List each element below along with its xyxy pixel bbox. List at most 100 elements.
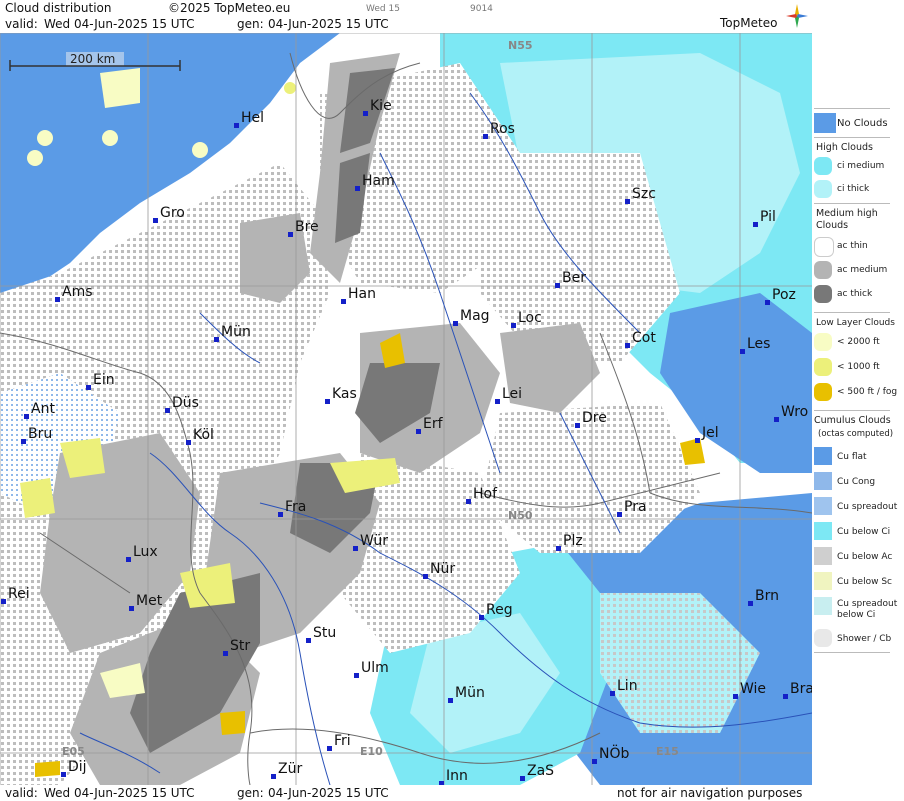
city-label: Bre [295, 219, 319, 235]
grid-label-e05: E05 [62, 745, 85, 758]
city-label: Fra [285, 499, 306, 515]
city-dot [575, 423, 580, 428]
city-label: Lei [502, 386, 522, 402]
logo-text: TopMeteo [720, 16, 778, 30]
city-label: Les [747, 336, 770, 352]
city-dot [325, 399, 330, 404]
day-indicator: Wed 15 [366, 4, 400, 14]
city-dot [165, 408, 170, 413]
ac-thin-swatch [814, 237, 834, 257]
shower-swatch [814, 629, 832, 647]
city-dot [278, 512, 283, 517]
city-dot [774, 417, 779, 422]
city-label: Dre [582, 410, 607, 426]
city-dot [448, 698, 453, 703]
legend-cu-subtitle: (octas computed) [818, 429, 894, 439]
city-label: Lin [617, 678, 638, 694]
footer-valid-date: Wed 04-Jun-2025 15 UTC [44, 786, 195, 800]
ac-medium-swatch [814, 261, 832, 279]
city-label: Hel [241, 110, 264, 126]
city-dot [733, 694, 738, 699]
city-dot [520, 776, 525, 781]
gen-label: gen: [237, 17, 264, 31]
city-dot [695, 438, 700, 443]
map-header: Cloud distribution ©2025 TopMeteo.eu Wed… [0, 0, 812, 33]
city-label: Met [136, 593, 163, 609]
city-label: Bra [790, 681, 812, 697]
city-label: Wro [781, 404, 808, 420]
city-dot [466, 499, 471, 504]
city-label: Ams [62, 284, 93, 300]
city-label: Kie [370, 98, 392, 114]
grid-label-e10: E10 [360, 745, 383, 758]
cloud-map[interactable]: N55 N50 E05 E10 E15 200 km Hel Kie Ros Ham S… [0, 33, 812, 785]
city-dot [153, 218, 158, 223]
cu-flat-swatch [814, 447, 832, 465]
city-label: Poz [772, 287, 796, 303]
city-label: Ant [31, 401, 55, 417]
ci-medium-swatch [814, 157, 832, 175]
valid-label: valid: [5, 17, 38, 31]
city-dot [423, 574, 428, 579]
city-dot [592, 759, 597, 764]
city-dot [1, 599, 6, 604]
cu-spread-below-ci-swatch [814, 597, 832, 615]
city-label: Wie [740, 681, 766, 697]
cu-cong-swatch [814, 472, 832, 490]
city-label: Lux [133, 544, 158, 560]
cu-below-sc-swatch [814, 572, 832, 590]
city-dot [55, 297, 60, 302]
city-label: Brn [755, 588, 779, 604]
city-label: NÖb [599, 744, 629, 762]
city-dot [753, 222, 758, 227]
city-label: Köl [193, 427, 214, 443]
city-label: Dij [68, 759, 87, 775]
city-dot [288, 232, 293, 237]
city-dot [129, 606, 134, 611]
gen-date: 04-Jun-2025 15 UTC [268, 17, 389, 31]
topmeteo-logo: TopMeteo [720, 4, 812, 32]
city-dot [483, 134, 488, 139]
city-dot [24, 414, 29, 419]
city-label: Erf [423, 416, 444, 432]
city-label: Wür [360, 533, 388, 549]
disclaimer: not for air navigation purposes [617, 786, 803, 800]
city-label: Ber [562, 270, 586, 286]
legend-high-title: High Clouds [816, 142, 873, 153]
city-dot [341, 299, 346, 304]
city-dot [223, 651, 228, 656]
city-label: Loc [518, 310, 542, 326]
city-dot [555, 283, 560, 288]
city-dot [21, 439, 26, 444]
city-label: ZaS [527, 763, 554, 779]
grid-label-n50: N50 [508, 509, 533, 522]
city-label: Reg [486, 602, 513, 618]
valid-date: Wed 04-Jun-2025 15 UTC [44, 17, 195, 31]
city-dot [765, 300, 770, 305]
map-footer: valid: Wed 04-Jun-2025 15 UTC gen: 04-Ju… [0, 785, 812, 801]
city-label: Gro [160, 205, 185, 221]
copyright: ©2025 TopMeteo.eu [168, 1, 291, 15]
city-dot [610, 691, 615, 696]
city-label: Cot [632, 330, 656, 346]
map-canvas[interactable]: N55 N50 E05 E10 E15 200 km Hel Kie Ros Ham S… [0, 33, 812, 785]
city-label: Hof [473, 486, 498, 502]
city-dot [61, 772, 66, 777]
city-dot [126, 557, 131, 562]
low-500-swatch [814, 383, 832, 401]
city-label: Jel [701, 425, 719, 441]
city-dot [740, 349, 745, 354]
city-dot [327, 746, 332, 751]
city-label: Fri [334, 733, 351, 749]
city-dot [86, 385, 91, 390]
city-dot [625, 343, 630, 348]
run-code: 9014 [470, 4, 493, 14]
city-label: Stu [313, 625, 336, 641]
grid-label-n55: N55 [508, 39, 533, 52]
city-dot [617, 512, 622, 517]
footer-gen-date: 04-Jun-2025 15 UTC [268, 786, 389, 800]
legend-low-title: Low Layer Clouds [816, 318, 895, 328]
city-label: Mün [221, 324, 251, 340]
city-label: Bru [28, 426, 52, 442]
city-label: Pil [760, 209, 776, 225]
